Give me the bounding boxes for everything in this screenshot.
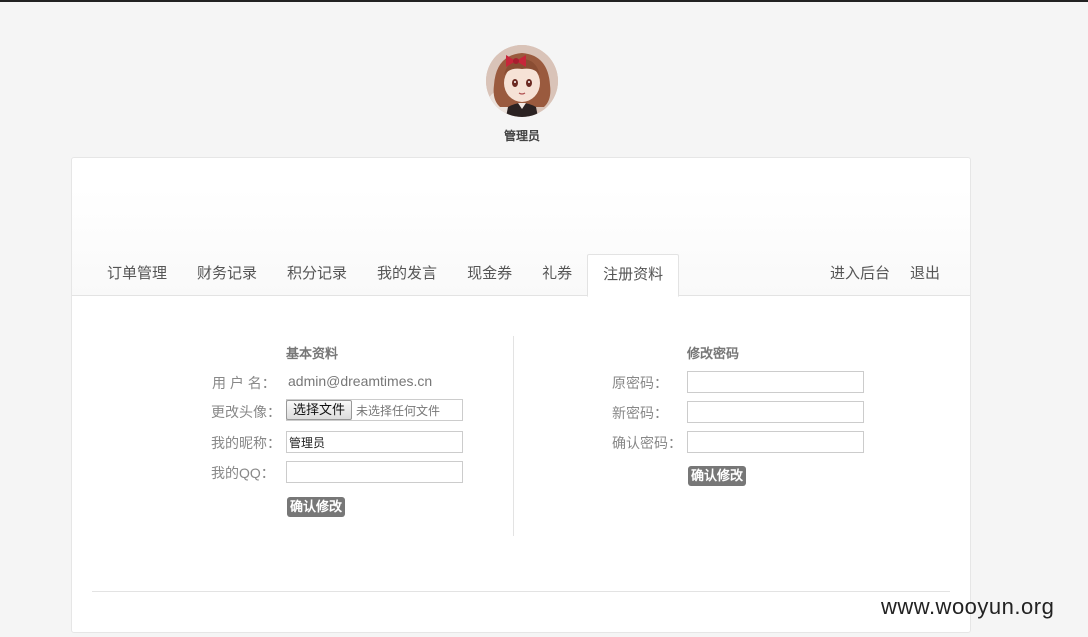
column-divider (513, 336, 514, 536)
tab-my-posts[interactable]: 我的发言 (362, 254, 452, 296)
username-value: admin@dreamtimes.cn (288, 373, 433, 389)
avatar[interactable] (486, 45, 558, 117)
new-password-label: 新密码： (612, 405, 668, 421)
file-status-text: 未选择任何文件 (356, 403, 441, 418)
basic-info-title: 基本资料 (286, 346, 339, 361)
avatar-file-input[interactable]: 选择文件 未选择任何文件 (286, 399, 463, 421)
password-submit-button[interactable]: 确认修改 (688, 466, 747, 486)
tab-points[interactable]: 积分记录 (272, 254, 362, 296)
profile-card: 订单管理 财务记录 积分记录 我的发言 现金券 礼券 注册资料 进入后台 退出 … (71, 157, 971, 633)
confirm-password-label: 确认密码： (612, 435, 682, 451)
tab-gift-vouchers[interactable]: 礼券 (527, 254, 587, 296)
basic-info-submit-button[interactable]: 确认修改 (287, 497, 346, 517)
tab-finance[interactable]: 财务记录 (182, 254, 272, 296)
bottom-divider (92, 591, 950, 592)
tab-registration-info[interactable]: 注册资料 (587, 254, 680, 297)
nickname-label: 我的昵称： (211, 435, 281, 451)
old-password-field[interactable] (687, 371, 864, 393)
qq-label: 我的QQ： (211, 465, 275, 481)
tab-orders[interactable]: 订单管理 (92, 254, 182, 296)
logout-link[interactable]: 退出 (900, 254, 950, 296)
admin-link[interactable]: 进入后台 (820, 254, 900, 296)
old-password-label: 原密码： (612, 375, 668, 391)
qq-field[interactable] (286, 461, 463, 483)
new-password-field[interactable] (687, 401, 864, 423)
password-title: 修改密码 (687, 346, 740, 361)
tab-bar: 订单管理 财务记录 积分记录 我的发言 现金券 礼券 注册资料 (92, 254, 680, 297)
username-label: 用 户 名： (212, 375, 276, 391)
nickname-field[interactable]: 管理员 (286, 431, 463, 453)
watermark-text: www.wooyun.org (881, 594, 1055, 619)
tab-cash-coupons[interactable]: 现金券 (452, 254, 527, 296)
confirm-password-field[interactable] (687, 431, 864, 453)
top-border (0, 0, 1088, 2)
header-links: 进入后台 退出 (820, 254, 950, 296)
choose-file-button[interactable]: 选择文件 (286, 400, 353, 420)
avatar-label: 更改头像： (211, 404, 281, 420)
user-display-name: 管理员 (503, 129, 540, 143)
avatar-image (486, 45, 558, 117)
